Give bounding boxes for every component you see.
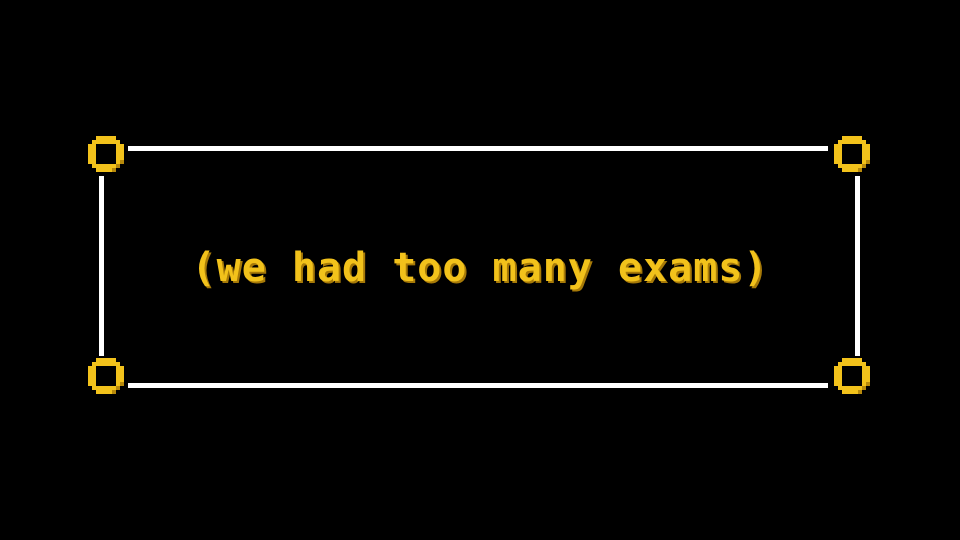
corner-ring-icon bbox=[834, 136, 870, 172]
corner-ring-icon bbox=[88, 358, 124, 394]
caption-text: (we had too many exams) bbox=[191, 245, 769, 291]
corner-ring-icon bbox=[834, 358, 870, 394]
frame-top-line bbox=[128, 146, 828, 151]
slide-canvas: (we had too many exams) bbox=[0, 0, 960, 540]
frame-bottom-line bbox=[128, 383, 828, 388]
corner-ring-icon bbox=[88, 136, 124, 172]
